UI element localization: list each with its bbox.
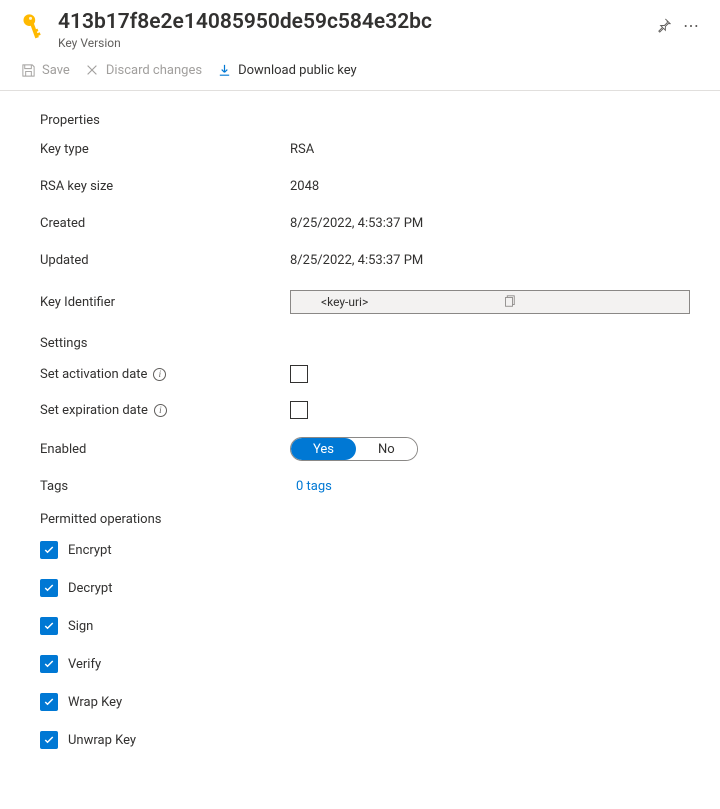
decrypt-row: Decrypt (40, 579, 700, 597)
unwrap-label: Unwrap Key (68, 733, 136, 748)
activation-label: Set activation date (40, 367, 147, 382)
save-button[interactable]: Save (20, 62, 70, 78)
key-type-row: Key type RSA (40, 142, 700, 157)
encrypt-label: Encrypt (68, 543, 112, 558)
download-button[interactable]: Download public key (216, 62, 357, 78)
updated-value: 8/25/2022, 4:53:37 PM (290, 253, 700, 268)
created-value: 8/25/2022, 4:53:37 PM (290, 216, 700, 231)
expiration-checkbox[interactable] (290, 401, 308, 419)
wrap-checkbox[interactable] (40, 693, 58, 711)
properties-heading: Properties (40, 113, 700, 128)
sign-checkbox[interactable] (40, 617, 58, 635)
info-icon[interactable]: i (153, 368, 166, 381)
key-identifier-row: Key Identifier <key-uri> (40, 290, 700, 314)
tags-label: Tags (40, 479, 290, 494)
created-row: Created 8/25/2022, 4:53:37 PM (40, 216, 700, 231)
toolbar: Save Discard changes Download public key (0, 54, 720, 91)
activation-row: Set activation date i (40, 365, 700, 383)
discard-icon (84, 62, 100, 78)
unwrap-checkbox[interactable] (40, 731, 58, 749)
more-icon[interactable]: ⋯ (683, 16, 700, 35)
page-subtitle: Key Version (58, 36, 656, 50)
updated-row: Updated 8/25/2022, 4:53:37 PM (40, 253, 700, 268)
tags-link[interactable]: 0 tags (296, 479, 332, 494)
rsa-size-row: RSA key size 2048 (40, 179, 700, 194)
save-icon (20, 62, 36, 78)
download-icon (216, 62, 232, 78)
unwrap-row: Unwrap Key (40, 731, 700, 749)
page-title: 413b17f8e2e14085950de59c584e32bc (58, 10, 656, 35)
pin-icon[interactable] (656, 18, 671, 33)
info-icon[interactable]: i (154, 404, 167, 417)
wrap-label: Wrap Key (68, 695, 122, 710)
key-type-label: Key type (40, 142, 290, 157)
sign-row: Sign (40, 617, 700, 635)
enabled-label: Enabled (40, 442, 290, 457)
settings-heading: Settings (40, 336, 700, 351)
decrypt-checkbox[interactable] (40, 579, 58, 597)
enabled-row: Enabled Yes No (40, 437, 700, 461)
rsa-size-label: RSA key size (40, 179, 290, 194)
verify-label: Verify (68, 657, 101, 672)
encrypt-row: Encrypt (40, 541, 700, 559)
copy-icon[interactable] (502, 294, 683, 311)
expiration-label: Set expiration date (40, 403, 148, 418)
expiration-row: Set expiration date i (40, 401, 700, 419)
key-identifier-field[interactable]: <key-uri> (290, 290, 690, 314)
wrap-row: Wrap Key (40, 693, 700, 711)
rsa-size-value: 2048 (290, 179, 700, 194)
key-icon (20, 12, 48, 40)
encrypt-checkbox[interactable] (40, 541, 58, 559)
sign-label: Sign (68, 619, 93, 634)
tags-row: Tags 0 tags (40, 479, 700, 494)
activation-checkbox[interactable] (290, 365, 308, 383)
verify-checkbox[interactable] (40, 655, 58, 673)
key-identifier-label: Key Identifier (40, 295, 290, 310)
decrypt-label: Decrypt (68, 581, 112, 596)
verify-row: Verify (40, 655, 700, 673)
enabled-no[interactable]: No (356, 438, 417, 460)
enabled-toggle[interactable]: Yes No (290, 437, 418, 461)
updated-label: Updated (40, 253, 290, 268)
permitted-heading: Permitted operations (40, 512, 700, 527)
key-identifier-value: <key-uri> (321, 295, 502, 309)
key-type-value: RSA (290, 142, 700, 157)
created-label: Created (40, 216, 290, 231)
page-header: 413b17f8e2e14085950de59c584e32bc Key Ver… (0, 0, 720, 54)
enabled-yes[interactable]: Yes (291, 438, 356, 460)
discard-button[interactable]: Discard changes (84, 62, 202, 78)
content-area: Properties Key type RSA RSA key size 204… (0, 91, 720, 789)
